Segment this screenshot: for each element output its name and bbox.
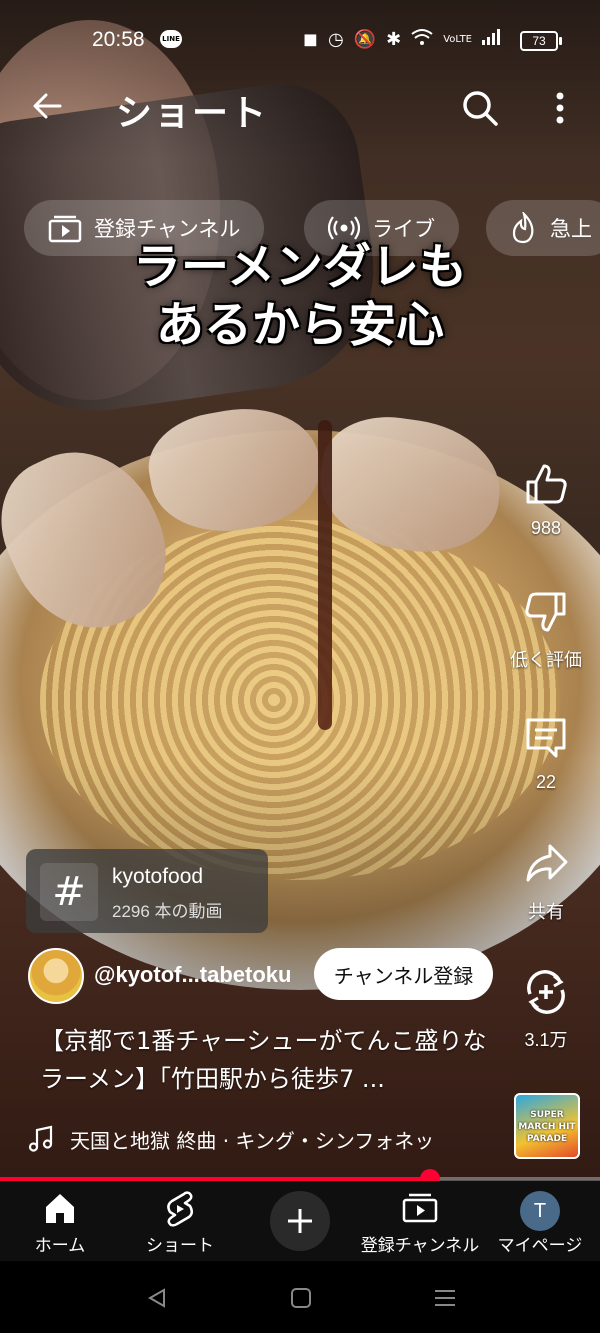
system-home-icon[interactable]	[290, 1287, 312, 1309]
album-thumb-text: SUPER MARCH HIT PARADE	[518, 1110, 576, 1144]
thumbs-up-icon	[526, 464, 567, 504]
nav-label: ホーム	[34, 1236, 86, 1256]
search-icon[interactable]	[460, 88, 500, 128]
mute-icon: 🔕	[353, 29, 377, 50]
signal-icon	[482, 29, 502, 50]
subscribe-button[interactable]: チャンネル登録	[314, 948, 493, 1000]
nav-label: ショート	[146, 1236, 214, 1256]
wifi-icon	[411, 28, 433, 51]
dislike-button[interactable]: 低く評価	[500, 588, 592, 672]
like-count: 988	[530, 518, 562, 538]
alarm-icon: ◷	[327, 29, 344, 50]
video-caption-overlay: ラーメンダレも あるから安心	[0, 238, 600, 354]
status-icons: ◼ ◷ 🔕 ✱ VoLTE	[303, 28, 502, 51]
comments-button[interactable]: 22	[500, 714, 592, 793]
hashtag-icon: #	[40, 863, 98, 921]
line-notification-icon: LINE	[160, 30, 182, 48]
dislike-label: 低く評価	[510, 650, 582, 670]
share-label: 共有	[528, 902, 564, 922]
remix-count: 3.1万	[524, 1030, 568, 1050]
back-arrow-icon[interactable]	[30, 88, 66, 124]
shorts-icon	[167, 1191, 193, 1227]
home-icon	[46, 1194, 74, 1223]
bluetooth-icon: ✱	[386, 29, 402, 50]
nfc-icon: ◼	[303, 29, 318, 50]
music-row[interactable]: 天国と地獄 終曲 · キング・シンフォネッ	[28, 1122, 498, 1156]
video-title[interactable]: 【京都で1番チャーシューがてんこ盛りなラーメン】「竹田駅から徒歩7 ...	[40, 1022, 490, 1098]
sauce-stream-image	[318, 420, 332, 730]
nav-home[interactable]: ホーム	[0, 1181, 120, 1261]
status-time: 20:58	[92, 28, 145, 51]
shorts-app: 20:58 LINE ◼ ◷ 🔕 ✱ VoLTE 73 ショート 登録チャンネル…	[0, 0, 600, 1333]
nav-shorts[interactable]: ショート	[120, 1181, 240, 1261]
share-button[interactable]: 共有	[500, 840, 592, 924]
system-recents-icon[interactable]	[433, 1287, 457, 1309]
user-avatar: T	[520, 1191, 560, 1231]
hashtag-card[interactable]: # kyotofood 2296 本の動画	[26, 849, 268, 933]
caption-line-1: ラーメンダレも	[132, 239, 468, 295]
comments-count: 22	[535, 772, 557, 792]
nav-label: 登録チャンネル	[360, 1236, 480, 1256]
header-bar: ショート	[0, 80, 600, 136]
music-track-name: 天国と地獄 終曲 · キング・シンフォネッ	[70, 1128, 435, 1153]
system-back-icon[interactable]	[146, 1287, 168, 1309]
remix-button[interactable]: 3.1万	[500, 968, 592, 1052]
page-title: ショート	[116, 93, 269, 134]
remix-icon	[527, 970, 565, 1014]
more-options-icon[interactable]	[548, 88, 572, 128]
system-navigation-bar	[0, 1261, 600, 1333]
subscriptions-icon	[402, 1193, 438, 1223]
caption-line-2: あるから安心	[155, 297, 444, 353]
nav-label: マイページ	[497, 1236, 583, 1256]
like-button[interactable]: 988	[500, 460, 592, 539]
nav-subscriptions[interactable]: 登録チャンネル	[360, 1181, 480, 1261]
volte-icon: VoLTE	[443, 34, 472, 45]
nav-mypage[interactable]: T マイページ	[480, 1181, 600, 1261]
music-note-icon	[28, 1125, 53, 1152]
hashtag-name: kyotofood	[112, 865, 204, 888]
battery-icon: 73	[520, 31, 562, 51]
comment-icon	[526, 718, 566, 758]
plus-icon	[288, 1209, 312, 1233]
share-icon	[526, 844, 568, 882]
thumbs-down-icon	[525, 592, 566, 632]
music-album-thumbnail[interactable]: SUPER MARCH HIT PARADE	[514, 1093, 580, 1159]
hashtag-video-count: 2296 本の動画	[112, 902, 223, 921]
battery-level: 73	[532, 34, 546, 48]
create-button[interactable]	[270, 1191, 330, 1251]
bottom-navigation: ホーム ショート 登録チャンネル T マイページ	[0, 1181, 600, 1261]
status-bar: 20:58 LINE ◼ ◷ 🔕 ✱ VoLTE 73	[0, 0, 600, 80]
channel-handle[interactable]: @kyotof...tabetoku	[94, 962, 291, 988]
channel-avatar[interactable]	[28, 948, 84, 1004]
